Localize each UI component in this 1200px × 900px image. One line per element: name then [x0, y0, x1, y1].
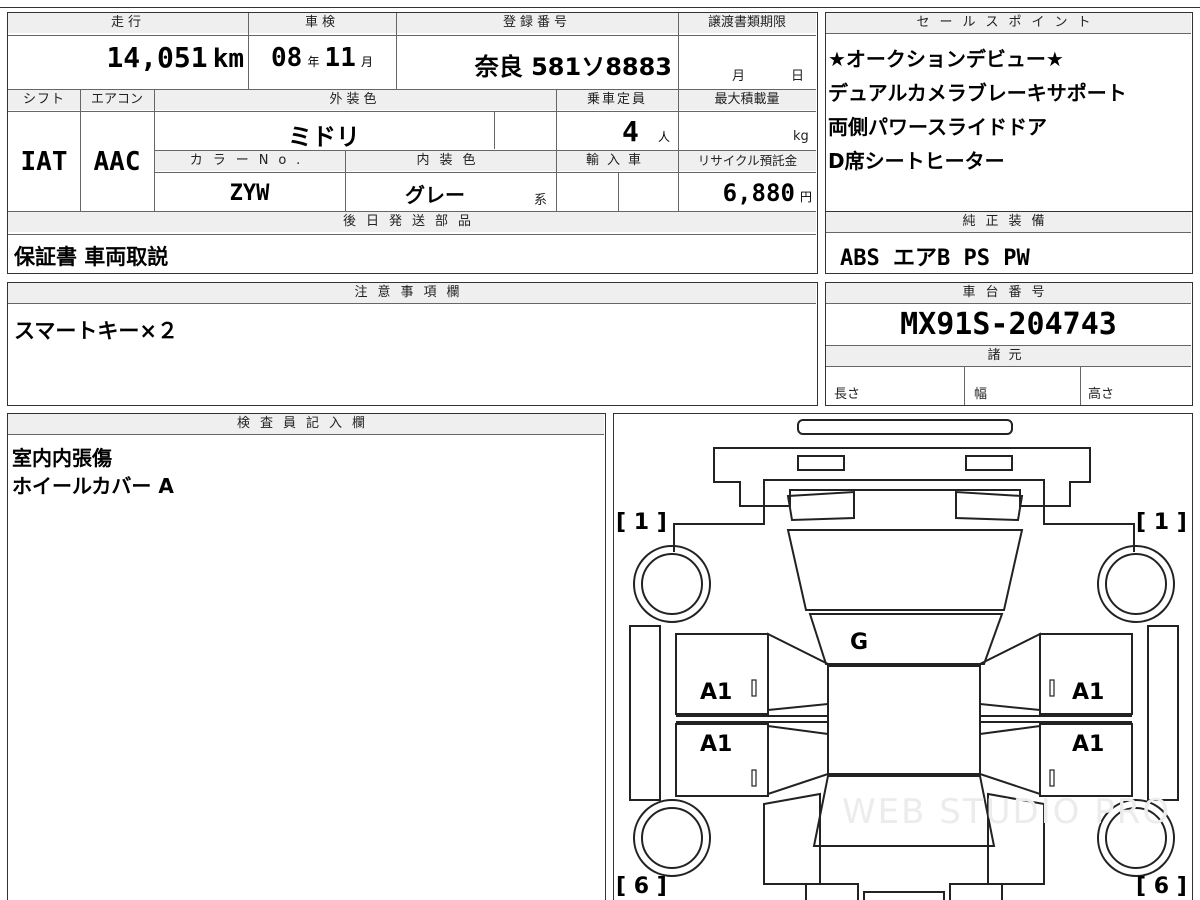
- capacity-value: 4 人: [556, 115, 678, 148]
- transfer-day-unit: 日: [791, 69, 805, 84]
- interior-color-header: 内装色: [346, 151, 556, 171]
- import-header: 輸入車: [557, 151, 678, 171]
- capacity-header: 乗車定員: [556, 90, 678, 110]
- tire-front-right-bracket: [ 1 ]: [1136, 510, 1187, 535]
- inspection-month: 11: [324, 43, 356, 73]
- mileage-value: 14,051 km: [8, 41, 248, 74]
- damage-mark-left-front-door: A1: [700, 680, 733, 705]
- recycle-unit: 円: [799, 190, 812, 204]
- chassis-panel: 車台番号 MX91S-204743 諸元 長さ 幅 高さ: [825, 282, 1193, 406]
- registration-value: 奈良 581ソ8883: [474, 53, 672, 81]
- color-no-value: ZYW: [229, 181, 270, 206]
- tire-rear-right-bracket: [ 6 ]: [1136, 874, 1187, 899]
- sales-point-item: D席シートヒーター: [828, 149, 1005, 173]
- height-label: 高さ: [1088, 387, 1115, 402]
- recycle-number: 6,880: [722, 179, 795, 207]
- width-label: 幅: [974, 387, 988, 402]
- capacity-unit: 人: [657, 130, 670, 144]
- exterior-color-header: 外装色: [154, 90, 556, 110]
- tire-rear-left-bracket: [ 6 ]: [616, 874, 667, 899]
- sales-point-item: ★オークションデビュー★: [828, 47, 1064, 71]
- aircon-header: エアコン: [80, 90, 154, 110]
- inspection-header: 車検: [248, 13, 396, 33]
- max-load-header: 最大積載量: [678, 90, 816, 110]
- genuine-equipment-panel: 純正装備 ABS エアB PS PW: [825, 211, 1193, 274]
- interior-color-value: グレー: [405, 183, 465, 207]
- genuine-equipment-header: 純正装備: [826, 212, 1191, 233]
- damage-mark-right-front-door: A1: [1072, 680, 1105, 705]
- specs-header: 諸元: [826, 346, 1191, 367]
- tire-rear-right-value: 6: [1153, 874, 1170, 899]
- chassis-number: MX91S-204743: [900, 307, 1117, 342]
- notes-panel: 注意事項欄 スマートキー×２: [7, 282, 818, 406]
- sales-point-item: デュアルカメラブレーキサポート: [828, 81, 1127, 105]
- inspector-panel: 検査員記入欄 室内内張傷 ホイールカバー A: [7, 413, 606, 900]
- chassis-header: 車台番号: [826, 283, 1191, 304]
- max-load-unit: kg: [793, 129, 809, 144]
- mileage-unit: km: [212, 44, 244, 74]
- later-parts-header: 後日発送部品: [8, 212, 816, 232]
- inspection-month-unit: 月: [360, 55, 373, 69]
- tire-front-left-bracket: [ 1 ]: [616, 510, 667, 535]
- sales-points-header: セールスポイント: [826, 13, 1191, 34]
- inspector-line: ホイールカバー A: [12, 474, 174, 498]
- tire-front-right-value: 1: [1153, 510, 1170, 535]
- color-no-header: カラーNo.: [155, 151, 345, 171]
- recycle-value: 6,880 円: [678, 179, 816, 207]
- transfer-deadline-header: 譲渡書類期限: [678, 13, 816, 33]
- watermark: WEB STUDIO PRO: [842, 792, 1172, 832]
- notes-header: 注意事項欄: [8, 283, 816, 304]
- length-label: 長さ: [834, 387, 861, 402]
- mileage-number: 14,051: [106, 41, 208, 74]
- shift-header: シフト: [8, 90, 80, 110]
- inspector-line: 室内内張傷: [12, 446, 112, 470]
- car-damage-diagram: [ 1 ] [ 1 ] [ 6 ] [ 6 ] G A1 A1 A1 A1 WE…: [613, 413, 1193, 900]
- sales-points-panel: セールスポイント ★オークションデビュー★ デュアルカメラブレーキサポート 両側…: [825, 12, 1193, 212]
- later-parts-value: 保証書 車両取説: [14, 245, 169, 269]
- damage-mark-glass: G: [850, 630, 869, 655]
- genuine-equipment-value: ABS エアB PS PW: [840, 246, 1030, 271]
- tire-front-left-value: 1: [633, 510, 650, 535]
- inspection-year-unit: 年: [307, 55, 320, 69]
- damage-mark-left-rear-door: A1: [700, 732, 733, 757]
- inspection-value: 08 年 11 月: [248, 43, 396, 73]
- transfer-month-unit: 月: [732, 69, 746, 84]
- sales-point-item: 両側パワースライドドア: [828, 115, 1047, 139]
- inspector-header: 検査員記入欄: [8, 414, 604, 435]
- interior-color-suffix: 系: [534, 193, 548, 208]
- shift-value: IAT: [20, 147, 68, 177]
- recycle-header: リサイクル預託金: [679, 151, 816, 171]
- top-cutoff-strip: [0, 0, 1200, 8]
- capacity-number: 4: [622, 115, 639, 148]
- mileage-header: 走行: [8, 13, 248, 33]
- tire-rear-left-value: 6: [633, 874, 650, 899]
- exterior-color-value: ミドリ: [288, 123, 360, 151]
- damage-mark-right-rear-door: A1: [1072, 732, 1105, 757]
- registration-header: 登録番号: [396, 13, 678, 33]
- aircon-value: AAC: [93, 147, 141, 177]
- vehicle-info-table: 走行 車検 登録番号 譲渡書類期限 14,051 km 08 年 11 月 奈良…: [7, 12, 818, 274]
- notes-value: スマートキー×２: [14, 319, 178, 343]
- inspection-year: 08: [271, 43, 303, 73]
